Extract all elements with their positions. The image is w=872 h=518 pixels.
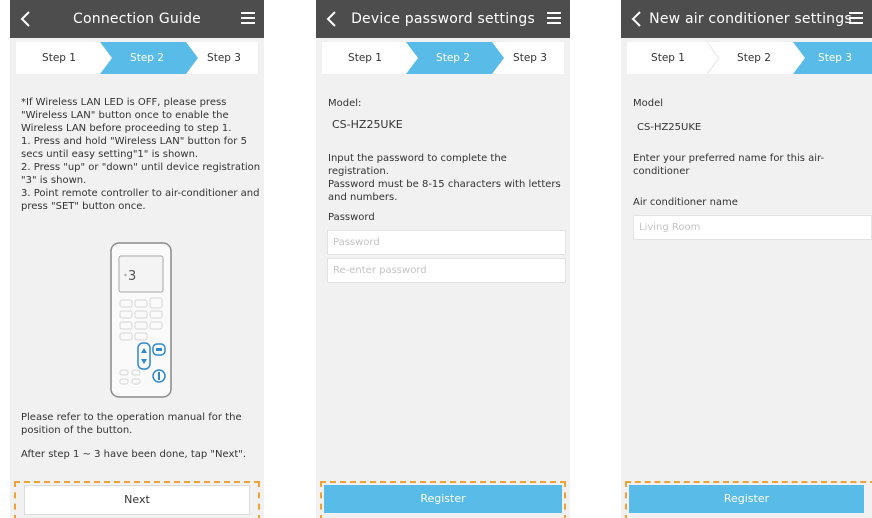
- remote-display-value: 3: [128, 269, 136, 284]
- info-line: and numbers.: [328, 192, 398, 203]
- step-1-label: Step 1: [42, 52, 76, 64]
- menu-icon[interactable]: [240, 10, 256, 26]
- instruction-line: press "SET" button once.: [21, 201, 146, 212]
- next-button[interactable]: Next: [24, 485, 250, 515]
- step-2-label: Step 2: [436, 52, 470, 64]
- reenter-password-input[interactable]: Re-enter password: [327, 258, 566, 283]
- instruction-line: 1. Press and hold "Wireless LAN" button …: [21, 136, 247, 147]
- model-value: CS-HZ25UKE: [332, 118, 403, 131]
- title-bar: Connection Guide: [10, 0, 264, 38]
- instruction-line: "Wireless LAN" button once to enable the: [21, 110, 229, 121]
- screen-title: Device password settings: [351, 11, 535, 27]
- register-button[interactable]: Register: [324, 485, 562, 513]
- password-input[interactable]: Password: [327, 230, 566, 255]
- step-2-label: Step 2: [737, 52, 771, 64]
- step-1-label: Step 1: [651, 52, 685, 64]
- screen-title: Connection Guide: [73, 11, 201, 27]
- note-line: position of the button.: [21, 425, 133, 436]
- register-button[interactable]: Register: [629, 485, 864, 513]
- info-line: Password must be 8-15 characters with le…: [328, 179, 561, 190]
- model-value: CS-HZ25UKE: [637, 122, 702, 133]
- instruction-line: "3" is shown.: [21, 175, 87, 186]
- name-info-text: Enter your preferred name for this air- …: [633, 152, 868, 178]
- back-arrow-icon[interactable]: [627, 8, 647, 30]
- instruction-line: *If Wireless LAN LED is OFF, please pres…: [21, 97, 227, 108]
- screen-title: New air conditioner settings: [649, 11, 852, 27]
- password-info-text: Input the password to complete the regis…: [328, 152, 568, 204]
- instruction-text: *If Wireless LAN LED is OFF, please pres…: [21, 96, 261, 213]
- step-indicator: Step 1 Step 2 Step 3: [322, 42, 564, 74]
- step-1-label: Step 1: [348, 52, 382, 64]
- menu-icon[interactable]: [546, 10, 562, 26]
- device-password-screen: Device password settings Step 1 Step 2 S…: [316, 0, 570, 518]
- step-indicator: Step 1 Step 2 Step 3: [627, 42, 872, 74]
- new-air-conditioner-screen: New air conditioner settings Step 1 Step…: [621, 0, 872, 518]
- menu-icon[interactable]: [848, 10, 864, 26]
- after-steps-text: After step 1 ~ 3 have been done, tap "Ne…: [21, 449, 247, 460]
- info-line: conditioner: [633, 166, 690, 177]
- info-line: Enter your preferred name for this air-: [633, 153, 825, 164]
- step-3-label: Step 3: [818, 52, 852, 64]
- back-arrow-icon[interactable]: [322, 8, 342, 30]
- note-line: Please refer to the operation manual for…: [21, 412, 242, 423]
- step-2-label: Step 2: [130, 52, 164, 64]
- back-arrow-icon[interactable]: [16, 8, 36, 30]
- title-bar: New air conditioner settings: [621, 0, 872, 38]
- model-label: Model:: [328, 98, 362, 109]
- svg-text:*: *: [124, 273, 127, 280]
- air-conditioner-name-label: Air conditioner name: [633, 197, 738, 208]
- step-3-label: Step 3: [207, 52, 241, 64]
- step-indicator: Step 1 Step 2 Step 3: [16, 42, 258, 74]
- note-text: Please refer to the operation manual for…: [21, 411, 261, 437]
- instruction-line: Wireless LAN before proceeding to step 1…: [21, 123, 232, 134]
- connection-guide-screen: Connection Guide Step 1 Step 2 Step 3 *I…: [10, 0, 264, 518]
- info-line: Input the password to complete the regis…: [328, 153, 507, 177]
- instruction-line: 2. Press "up" or "down" until device reg…: [21, 162, 261, 173]
- model-label: Model: [633, 98, 664, 109]
- instruction-line: 3. Point remote controller to air-condit…: [21, 188, 260, 199]
- remote-controller-illustration: * 3: [110, 242, 172, 398]
- password-label: Password: [328, 212, 375, 223]
- instruction-line: secs until easy setting"1" is shown.: [21, 149, 199, 160]
- air-conditioner-name-input[interactable]: Living Room: [633, 215, 872, 240]
- step-3-label: Step 3: [513, 52, 547, 64]
- title-bar: Device password settings: [316, 0, 570, 38]
